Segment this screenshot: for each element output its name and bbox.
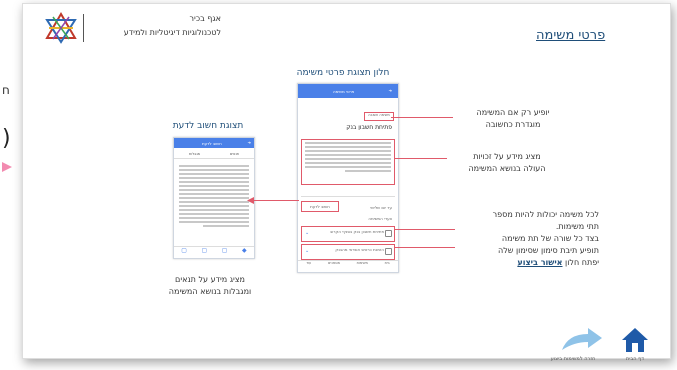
- rights-connector: [395, 158, 447, 159]
- small-nav-icon-2[interactable]: ▢: [202, 247, 208, 259]
- subtask-1-chevron-icon[interactable]: ⌄: [305, 230, 309, 236]
- small-back-icon[interactable]: ➔: [248, 140, 251, 145]
- slide: אגף בכיר לטכנולוגיות דיגיטליות ולמידע פר…: [22, 3, 671, 362]
- subtasks-annotation: לכל משימה יכולות להיות מספר תתי משימות. …: [492, 210, 599, 267]
- critical-annotation: יופיע רק אם המשימה מוגדרת כחשובה: [476, 108, 550, 129]
- home-label[interactable]: דף הבית: [618, 356, 652, 362]
- nav-item-docs[interactable]: משימות: [357, 261, 368, 273]
- small-phone-title: חשוב לדעת: [202, 141, 222, 146]
- small-nav-icon-3[interactable]: ▢: [222, 247, 228, 259]
- task-window-caption: חלון תצוגת פרטי משימה: [296, 68, 390, 78]
- rights-annotation: מציג מידע על זכויות העולה בנושא המשימה: [468, 152, 546, 173]
- period-label: עד יום שלישי: [370, 205, 392, 210]
- critical-connector: [391, 117, 453, 118]
- important-phone: חשוב לדעת ➔ מגבלות תנאים ▢ ▢ ▢ ◆: [173, 137, 255, 259]
- task-details-phone: ➔ פרטי משימה משימה חשובה פתיחת חשבון בנק…: [297, 83, 399, 273]
- logo-divider: [83, 14, 84, 42]
- important-connector: [251, 200, 299, 201]
- subtask-1-label: פתיחת חשבון בנק בסניף הקרוב: [329, 229, 384, 234]
- small-nav-icon-1[interactable]: ▢: [181, 247, 187, 259]
- back-to-tasks-label[interactable]: חזרה למשימות ביצוע: [541, 356, 605, 362]
- nav-item-home[interactable]: עוד: [306, 261, 311, 273]
- subtask-2-checkbox[interactable]: [385, 248, 392, 255]
- tab-conditions[interactable]: תנאים: [230, 152, 239, 156]
- important-button[interactable]: חשוב לדעת: [301, 201, 339, 212]
- steps-label: צעדי המשימה: [368, 216, 392, 221]
- back-to-tasks-arrow-icon[interactable]: [558, 324, 604, 354]
- page-title: פרטי משימה: [536, 28, 606, 43]
- phone-back-icon[interactable]: ➔: [389, 88, 392, 93]
- home-icon[interactable]: [620, 326, 650, 354]
- task-title: פתיחת חשבון בנק: [346, 124, 392, 131]
- subtask-row-2[interactable]: הזמנת כרטיס אשראי מהבנק ⌄: [301, 244, 395, 260]
- rights-text-block: [301, 139, 395, 185]
- connector-arrow-icon: [247, 197, 254, 204]
- critical-badge: משימה חשובה: [364, 112, 394, 121]
- nav-item-more[interactable]: בית: [385, 261, 390, 273]
- small-phone-header: חשוב לדעת ➔: [174, 138, 254, 148]
- execution-approval-link[interactable]: אישור ביצוע: [517, 258, 562, 267]
- background-char: ח: [2, 83, 10, 97]
- small-phone-tabs: מגבלות תנאים: [174, 152, 254, 159]
- small-phone-text: [176, 163, 252, 229]
- background-bracket: ): [2, 126, 11, 151]
- phone-header: ➔ פרטי משימה: [298, 84, 398, 98]
- important-description: מציג מידע על תנאים ומגבלות בנושא המשימה: [168, 275, 252, 296]
- org-name-line2: לטכנולוגיות דיגיטליות ולמידע: [123, 28, 221, 37]
- phone-title: פרטי משימה: [333, 89, 355, 94]
- star-of-david-logo-icon: [45, 12, 77, 44]
- subtask-2-chevron-icon[interactable]: ⌄: [305, 248, 309, 254]
- subtask-1-checkbox[interactable]: [385, 230, 392, 237]
- small-nav-icon-4[interactable]: ◆: [242, 247, 247, 259]
- small-phone-nav: ▢ ▢ ▢ ◆: [174, 246, 254, 259]
- nav-item-tasks[interactable]: מסמכים: [328, 261, 340, 273]
- tab-limits[interactable]: מגבלות: [189, 152, 200, 156]
- subtask-row-1[interactable]: פתיחת חשבון בנק בסניף הקרוב ⌄: [301, 226, 395, 242]
- pink-arrow-icon: [2, 162, 12, 172]
- org-logo: אגף בכיר לטכנולוגיות דיגיטליות ולמידע: [45, 12, 241, 44]
- org-name-line1: אגף בכיר: [189, 14, 221, 23]
- phone-bottom-nav: עוד מסמכים משימות בית: [298, 260, 398, 273]
- important-caption: תצוגת חשוב לדעת: [172, 121, 244, 131]
- subtask-2-label: הזמנת כרטיס אשראי מהבנק: [335, 247, 384, 252]
